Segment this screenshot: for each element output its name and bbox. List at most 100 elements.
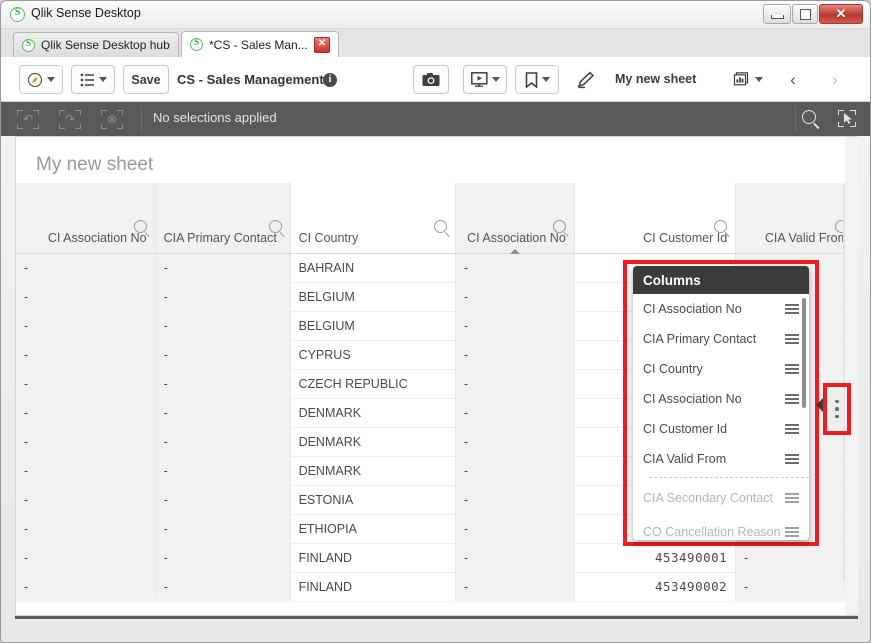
- table-cell[interactable]: -: [155, 398, 291, 428]
- columns-popup-item[interactable]: CI Association No: [633, 384, 809, 414]
- table-cell[interactable]: -: [455, 369, 575, 399]
- columns-popup-item[interactable]: CIA Valid From: [633, 444, 809, 474]
- table-cell[interactable]: -: [455, 456, 575, 486]
- minimize-button[interactable]: [763, 4, 791, 24]
- close-button[interactable]: ✕: [819, 4, 863, 24]
- drag-handle-icon[interactable]: [785, 301, 799, 316]
- table-cell[interactable]: -: [455, 311, 575, 341]
- sheet-selector-button[interactable]: [727, 65, 767, 94]
- bookmark-button[interactable]: [515, 65, 559, 94]
- table-cell[interactable]: -: [155, 311, 291, 341]
- table-cell[interactable]: -: [16, 427, 156, 457]
- columns-popup-item-disabled[interactable]: CO Cancellation Reason: [633, 515, 809, 540]
- next-sheet-button[interactable]: ›: [815, 65, 855, 94]
- redo-glyph: ↷: [64, 112, 76, 126]
- column-header-cia-primary-contact[interactable]: CIA Primary Contact: [155, 183, 291, 254]
- more-vertical-icon[interactable]: [830, 391, 844, 427]
- table-cell[interactable]: -: [455, 427, 575, 457]
- selection-tool-icon[interactable]: [836, 109, 858, 129]
- table-cell[interactable]: -: [16, 253, 156, 283]
- table-cell[interactable]: -: [455, 514, 575, 544]
- columns-popup-item[interactable]: CI Customer Id: [633, 414, 809, 444]
- column-header-label: CIA Valid From: [764, 230, 848, 245]
- table-cell[interactable]: -: [155, 427, 291, 457]
- column-header-cia-valid-from[interactable]: CIA Valid From: [735, 183, 857, 254]
- drag-handle-icon[interactable]: [785, 451, 799, 466]
- table-cell[interactable]: -: [455, 485, 575, 515]
- search-icon[interactable]: [552, 220, 566, 233]
- undo-icon[interactable]: ↶: [17, 110, 39, 129]
- table-cell[interactable]: -: [16, 514, 156, 544]
- table-cell[interactable]: -: [16, 369, 156, 399]
- navigation-menu-button[interactable]: [19, 65, 63, 94]
- table-cell[interactable]: BELGIUM: [290, 311, 457, 341]
- tab-close-icon[interactable]: ✕: [314, 36, 330, 53]
- search-icon[interactable]: [268, 220, 282, 233]
- sheet-list-button[interactable]: [71, 65, 115, 94]
- columns-popup-item[interactable]: CIA Primary Contact: [633, 324, 809, 354]
- column-header-label: CI Customer Id: [643, 230, 728, 245]
- drag-handle-icon[interactable]: [785, 421, 799, 436]
- table-cell[interactable]: -: [455, 253, 575, 283]
- table-cell[interactable]: -: [16, 543, 156, 573]
- tab-desktop-hub[interactable]: Qlik Sense Desktop hub: [13, 32, 179, 57]
- table-cell[interactable]: -: [16, 340, 156, 370]
- drag-handle-icon[interactable]: [785, 490, 799, 505]
- table-cell[interactable]: CYPRUS: [290, 340, 457, 370]
- table-cell[interactable]: -: [16, 456, 156, 486]
- tab-sales-management[interactable]: *CS - Sales Man... ✕: [181, 31, 339, 57]
- column-header-ci-country[interactable]: CI Country: [290, 183, 457, 254]
- table-cell[interactable]: -: [455, 282, 575, 312]
- table-cell[interactable]: DENMARK: [290, 427, 457, 457]
- table-cell[interactable]: -: [155, 514, 291, 544]
- table-cell[interactable]: -: [16, 398, 156, 428]
- redo-icon[interactable]: ↷: [59, 110, 81, 129]
- search-icon[interactable]: [133, 220, 147, 233]
- table-cell[interactable]: -: [455, 340, 575, 370]
- info-icon[interactable]: i: [323, 73, 337, 87]
- table-cell[interactable]: -: [155, 340, 291, 370]
- table-cell[interactable]: -: [155, 282, 291, 312]
- search-icon[interactable]: [798, 109, 820, 129]
- columns-popup-scrollbar[interactable]: [802, 298, 806, 408]
- columns-popup-item-disabled[interactable]: CIA Secondary Contact: [633, 481, 809, 515]
- table-cell[interactable]: 453490001: [574, 543, 737, 573]
- table-cell[interactable]: BELGIUM: [290, 282, 457, 312]
- drag-handle-icon[interactable]: [785, 524, 799, 539]
- table-cell[interactable]: ESTONIA: [290, 485, 457, 515]
- table-cell[interactable]: -: [455, 398, 575, 428]
- table-cell[interactable]: -: [155, 543, 291, 573]
- snapshot-button[interactable]: [413, 65, 449, 94]
- table-cell[interactable]: -: [16, 282, 156, 312]
- table-cell[interactable]: FINLAND: [290, 543, 457, 573]
- drag-handle-icon[interactable]: [785, 391, 799, 406]
- table-cell[interactable]: -: [16, 311, 156, 341]
- table-cell[interactable]: -: [735, 543, 857, 573]
- table-cell[interactable]: BAHRAIN: [290, 253, 457, 283]
- table-cell[interactable]: -: [455, 543, 575, 573]
- table-cell[interactable]: -: [155, 369, 291, 399]
- column-header-ci-association-no-1[interactable]: CI Association No: [16, 183, 156, 254]
- restore-button[interactable]: [792, 4, 818, 24]
- table-cell[interactable]: -: [16, 485, 156, 515]
- table-cell[interactable]: -: [155, 456, 291, 486]
- clear-selections-icon[interactable]: ⊗: [101, 110, 123, 129]
- column-header-ci-association-no-2[interactable]: CI Association No: [455, 183, 575, 254]
- drag-handle-icon[interactable]: [785, 361, 799, 376]
- search-icon[interactable]: [714, 220, 728, 233]
- previous-sheet-button[interactable]: ‹: [773, 65, 813, 94]
- save-button[interactable]: Save: [123, 65, 169, 94]
- storytelling-button[interactable]: [463, 65, 507, 94]
- table-cell[interactable]: -: [155, 253, 291, 283]
- table-cell[interactable]: ETHIOPIA: [290, 514, 457, 544]
- table-cell[interactable]: -: [155, 485, 291, 515]
- table-cell[interactable]: DENMARK: [290, 456, 457, 486]
- search-icon[interactable]: [434, 220, 448, 233]
- table-cell[interactable]: CZECH REPUBLIC: [290, 369, 457, 399]
- edit-sheet-button[interactable]: [567, 65, 605, 94]
- columns-popup-item[interactable]: CI Country: [633, 354, 809, 384]
- columns-popup-item[interactable]: CI Association No: [633, 294, 809, 324]
- drag-handle-icon[interactable]: [785, 331, 799, 346]
- column-header-ci-customer-id[interactable]: CI Customer Id: [574, 183, 737, 254]
- table-cell[interactable]: DENMARK: [290, 398, 457, 428]
